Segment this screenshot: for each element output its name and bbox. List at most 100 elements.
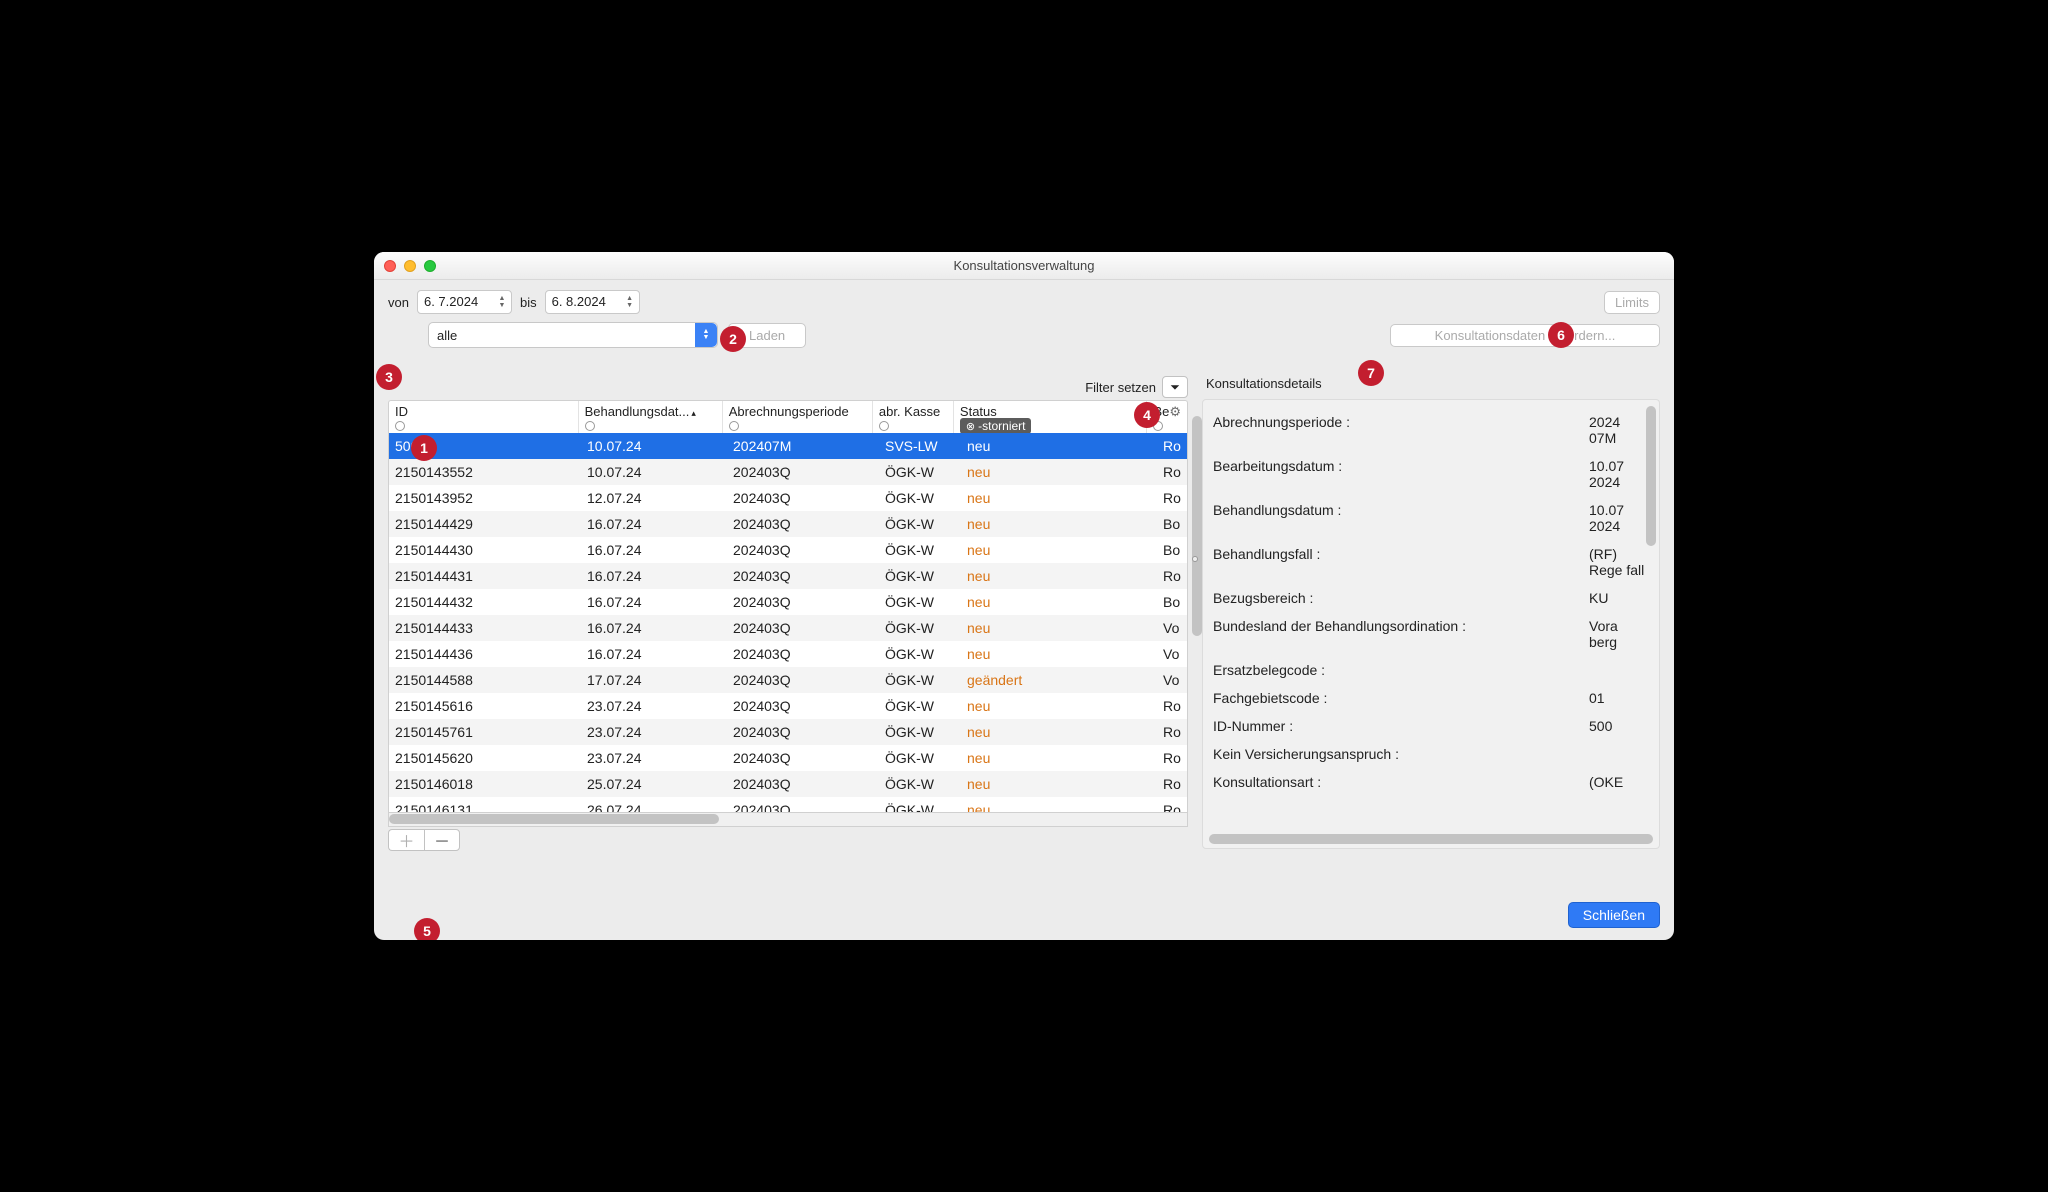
cell-be: Ro — [1157, 464, 1187, 480]
table-row[interactable]: 215014395212.07.24202403QÖGK-WneuRo — [389, 485, 1187, 511]
cell: ÖGK-W — [879, 802, 961, 813]
cell-be: Vo — [1157, 672, 1187, 688]
bis-date-value: 6. 8.2024 — [552, 294, 606, 309]
cell: SVS-LW — [879, 438, 961, 454]
cell: ÖGK-W — [879, 594, 961, 610]
col-status-label: Status — [960, 404, 1141, 419]
col-kasse-radio[interactable] — [879, 421, 889, 431]
table-row[interactable]: 215014443616.07.24202403QÖGK-WneuVo — [389, 641, 1187, 667]
sort-asc-icon: ▴ — [691, 408, 696, 418]
cell: 2150146018 — [389, 776, 581, 792]
cell: 23.07.24 — [581, 750, 727, 766]
col-header-kasse[interactable]: abr. Kasse — [873, 401, 954, 433]
detail-value: 10.07 2024 — [1589, 458, 1649, 490]
col-id-radio[interactable] — [395, 421, 405, 431]
remove-filter-icon[interactable]: ⊗ — [966, 420, 975, 433]
detail-value: 2024 07M — [1589, 414, 1649, 446]
table-row[interactable]: 215014613126.07.24202403QÖGK-WneuRo — [389, 797, 1187, 813]
cell: 2150146131 — [389, 802, 581, 813]
table-body[interactable]: 50010.07.24202407MSVS-LWneuRo21501435521… — [388, 433, 1188, 813]
cell: 26.07.24 — [581, 802, 727, 813]
select-toggle-icon[interactable]: ▲▼ — [695, 323, 717, 347]
add-button[interactable]: ＋ — [388, 829, 424, 851]
col-header-id[interactable]: ID — [389, 401, 579, 433]
cell-be: Ro — [1157, 490, 1187, 506]
cell-be: Vo — [1157, 620, 1187, 636]
h-scroll-thumb[interactable] — [389, 814, 719, 824]
annotation-badge-2: 2 — [720, 326, 746, 352]
bis-date-input[interactable]: 6. 8.2024 ▲▼ — [545, 290, 640, 314]
col-header-period[interactable]: Abrechnungsperiode — [723, 401, 873, 433]
cell: 202403Q — [727, 464, 879, 480]
cell-status: neu — [961, 438, 1157, 454]
table-row[interactable]: 215014562023.07.24202403QÖGK-WneuRo — [389, 745, 1187, 771]
detail-label: Behandlungsfall : — [1213, 546, 1589, 578]
remove-button[interactable]: － — [424, 829, 460, 851]
cell: 25.07.24 — [581, 776, 727, 792]
cell: ÖGK-W — [879, 724, 961, 740]
table-row[interactable]: 215014601825.07.24202403QÖGK-WneuRo — [389, 771, 1187, 797]
cell: 202403Q — [727, 802, 879, 813]
v-scroll-thumb[interactable] — [1192, 416, 1202, 636]
detail-row: Behandlungsdatum :10.07 2024 — [1213, 496, 1649, 540]
col-header-status[interactable]: Status ⊗ -storniert — [954, 401, 1148, 433]
details-h-scroll-thumb[interactable] — [1209, 834, 1653, 844]
filter-icon: ⏷ — [1170, 380, 1180, 395]
gear-icon[interactable]: ⚙ — [1169, 404, 1181, 433]
filter-select[interactable]: alle ▲▼ — [428, 322, 718, 348]
cell: 202403Q — [727, 620, 879, 636]
detail-value: 01 — [1589, 690, 1649, 706]
filter-select-value: alle — [437, 328, 457, 343]
cell: ÖGK-W — [879, 672, 961, 688]
pane-splitter[interactable] — [1192, 556, 1202, 566]
cell: 12.07.24 — [581, 490, 727, 506]
table-row[interactable]: 215014443316.07.24202403QÖGK-WneuVo — [389, 615, 1187, 641]
h-scrollbar[interactable] — [388, 813, 1188, 827]
table-row[interactable]: 215014458817.07.24202403QÖGK-WgeändertVo — [389, 667, 1187, 693]
col-kasse-label: abr. Kasse — [879, 404, 947, 419]
table-row[interactable]: 215014442916.07.24202403QÖGK-WneuBo — [389, 511, 1187, 537]
detail-row: Abrechnungsperiode :2024 07M — [1213, 408, 1649, 452]
table-row[interactable]: 215014561623.07.24202403QÖGK-WneuRo — [389, 693, 1187, 719]
add-remove-controls: ＋ － — [388, 829, 1188, 851]
table-row[interactable]: 215014443016.07.24202403QÖGK-WneuBo — [389, 537, 1187, 563]
col-date-radio[interactable] — [585, 421, 595, 431]
detail-row: Bundesland der Behandlungsordination :Vo… — [1213, 612, 1649, 656]
annotation-badge-3: 3 — [376, 364, 402, 390]
limits-button[interactable]: Limits — [1604, 291, 1660, 314]
annotation-badge-7: 7 — [1358, 360, 1384, 386]
von-label: von — [388, 295, 409, 310]
cell: 202407M — [727, 438, 879, 454]
table-row[interactable]: 215014443216.07.24202403QÖGK-WneuBo — [389, 589, 1187, 615]
bis-stepper[interactable]: ▲▼ — [623, 292, 637, 312]
filter-toggle-button[interactable]: ⏷ — [1162, 376, 1188, 398]
details-v-scroll-thumb[interactable] — [1646, 406, 1656, 546]
von-stepper[interactable]: ▲▼ — [495, 292, 509, 312]
table-row[interactable]: 215014355210.07.24202403QÖGK-WneuRo — [389, 459, 1187, 485]
cell-be: Ro — [1157, 802, 1187, 813]
von-date-input[interactable]: 6. 7.2024 ▲▼ — [417, 290, 512, 314]
col-period-radio[interactable] — [729, 421, 739, 431]
main-split: Filter setzen ⏷ ID Behandlungsdat...▴ — [388, 376, 1660, 851]
cell: ÖGK-W — [879, 490, 961, 506]
detail-value — [1589, 662, 1649, 678]
cell-be: Ro — [1157, 724, 1187, 740]
col-header-date[interactable]: Behandlungsdat...▴ — [579, 401, 723, 433]
status-filter-chip[interactable]: ⊗ -storniert — [960, 418, 1032, 433]
detail-row: Ersatzbelegcode : — [1213, 656, 1649, 684]
table-row[interactable]: 50010.07.24202407MSVS-LWneuRo — [389, 433, 1187, 459]
detail-row: Bearbeitungsdatum :10.07 2024 — [1213, 452, 1649, 496]
table-row[interactable]: 215014576123.07.24202403QÖGK-WneuRo — [389, 719, 1187, 745]
details-title: Konsultationsdetails — [1202, 376, 1660, 391]
cell: 2150144431 — [389, 568, 581, 584]
anfordern-button[interactable]: Konsultationsdaten anfordern... — [1390, 324, 1660, 347]
close-button[interactable]: Schließen — [1568, 902, 1660, 928]
table-row[interactable]: 215014443116.07.24202403QÖGK-WneuRo — [389, 563, 1187, 589]
app-window: Konsultationsverwaltung 1 2 3 4 5 6 7 vo… — [374, 252, 1674, 940]
details-body[interactable]: Abrechnungsperiode :2024 07MBearbeitungs… — [1202, 399, 1660, 849]
cell-status: neu — [961, 750, 1157, 766]
cell: 2150145761 — [389, 724, 581, 740]
cell: ÖGK-W — [879, 776, 961, 792]
cell: ÖGK-W — [879, 646, 961, 662]
cell: 202403Q — [727, 776, 879, 792]
